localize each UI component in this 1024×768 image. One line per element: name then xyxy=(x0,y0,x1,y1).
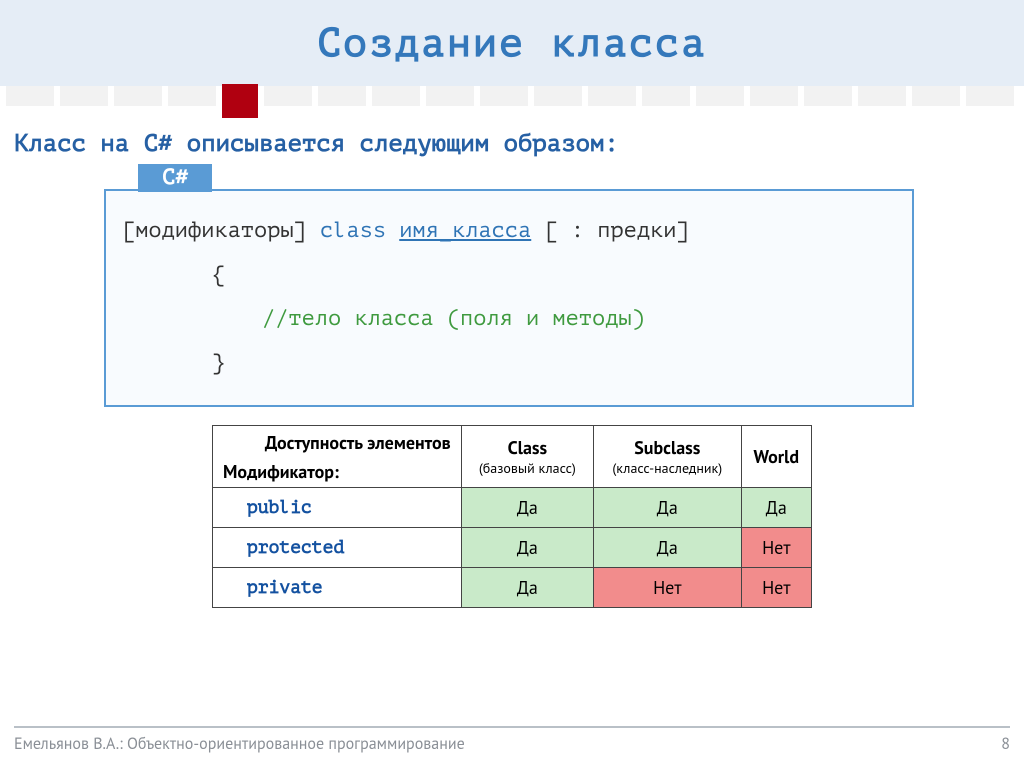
modifier-private: private xyxy=(213,568,462,608)
table-row: private Да Нет Нет xyxy=(213,568,812,608)
brace-open: { xyxy=(122,253,896,297)
access-table: Доступность элементов Модификатор: Class… xyxy=(212,425,812,608)
modifier-protected: protected xyxy=(213,528,462,568)
progress-marker xyxy=(222,84,258,118)
footer: Емельянов В.А.: Объектно-ориентированное… xyxy=(14,726,1010,754)
code-box: [модификаторы] class имя_класса [ : пред… xyxy=(104,189,914,407)
table-row: protected Да Да Нет xyxy=(213,528,812,568)
page-title: Создание класса xyxy=(0,22,1024,66)
col-world: World xyxy=(741,426,811,488)
code-tab: C# xyxy=(138,164,212,192)
decorative-ticks xyxy=(0,86,1024,116)
modifier-public: public xyxy=(213,488,462,528)
code-line-1: [модификаторы] class имя_класса [ : пред… xyxy=(122,219,690,243)
table-row: public Да Да Да xyxy=(213,488,812,528)
footer-author: Емельянов В.А.: Объектно-ориентированное… xyxy=(14,734,465,754)
page-number: 8 xyxy=(1001,734,1010,754)
code-comment: //тело класса (поля и методы) xyxy=(122,297,896,341)
code-area: C# [модификаторы] class имя_класса [ : п… xyxy=(104,189,914,407)
brace-close: } xyxy=(122,341,896,385)
col-class: Class (базовый класс) xyxy=(461,426,593,488)
table-corner: Доступность элементов Модификатор: xyxy=(213,426,462,488)
header-band: Создание класса xyxy=(0,0,1024,86)
lead-text: Класс на C# описывается следующим образо… xyxy=(0,116,1024,163)
class-name-placeholder: имя_класса xyxy=(399,219,531,243)
keyword-class: class xyxy=(320,219,386,243)
col-subclass: Subclass (класс-наследник) xyxy=(593,426,741,488)
access-table-wrap: Доступность элементов Модификатор: Class… xyxy=(212,425,812,608)
